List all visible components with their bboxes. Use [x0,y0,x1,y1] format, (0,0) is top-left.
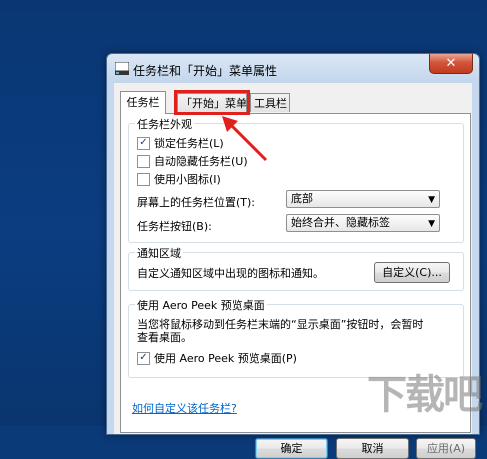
taskbar-buttons-label: 任务栏按钮(B): [137,220,212,233]
taskbar-settings-icon [115,62,129,75]
watermark-logo: 下载吧 [367,372,483,418]
auto-hide-option[interactable]: 自动隐藏任务栏(U) [137,153,248,169]
aero-peek-description-line2: 查看桌面。 [137,331,192,344]
close-icon: ✕ [445,56,457,71]
auto-hide-label: 自动隐藏任务栏(U) [154,155,248,168]
small-icons-label: 使用小图标(I) [154,173,221,186]
tab-start-menu[interactable]: 「开始」菜单 [177,93,247,112]
aero-peek-option[interactable]: ✓ 使用 Aero Peek 预览桌面(P) [137,350,297,366]
aero-peek-checkbox[interactable]: ✓ [137,351,150,365]
cancel-button[interactable]: 取消 [336,438,409,459]
taskbar-position-value: 底部 [291,192,313,205]
appearance-group-label: 任务栏外观 [135,116,194,132]
notification-description: 自定义通知区域中出现的图标和通知。 [137,267,324,280]
appearance-group: 任务栏外观 ✓ 锁定任务栏(L) 自动隐藏任务栏(U) 使用小图标(I) 屏幕上… [128,116,464,243]
taskbar-buttons-select[interactable]: 始终合并、隐藏标签 ▼ [286,214,440,232]
lock-taskbar-option[interactable]: ✓ 锁定任务栏(L) [137,135,224,151]
help-link[interactable]: 如何自定义该任务栏? [132,400,237,416]
small-icons-checkbox[interactable] [137,172,150,186]
notification-group: 通知区域 自定义通知区域中出现的图标和通知。 自定义(C)... [128,245,464,291]
taskbar-position-select[interactable]: 底部 ▼ [286,190,440,208]
aero-peek-group-label: 使用 Aero Peek 预览桌面 [135,297,267,313]
small-icons-option[interactable]: 使用小图标(I) [137,171,221,187]
apply-button[interactable]: 应用(A) [416,438,476,459]
taskbar-buttons-value: 始终合并、隐藏标签 [291,216,390,229]
lock-taskbar-label: 锁定任务栏(L) [154,137,224,150]
customize-notifications-button[interactable]: 自定义(C)... [374,262,450,283]
chevron-down-icon: ▼ [428,219,435,229]
chevron-down-icon: ▼ [428,195,435,205]
ok-button[interactable]: 确定 [255,438,328,459]
title-bar[interactable]: 任务栏和「开始」菜单属性 ✕ [107,54,479,83]
close-button[interactable]: ✕ [429,54,473,74]
taskbar-position-label: 屏幕上的任务栏位置(T): [137,196,256,209]
notification-group-label: 通知区域 [135,245,183,261]
tab-toolbars[interactable]: 工具栏 [250,93,290,112]
tab-taskbar[interactable]: 任务栏 [120,91,166,114]
aero-peek-label: 使用 Aero Peek 预览桌面(P) [154,352,297,365]
lock-taskbar-checkbox[interactable]: ✓ [137,136,150,150]
auto-hide-checkbox[interactable] [137,154,150,168]
window-title: 任务栏和「开始」菜单属性 [133,64,278,78]
